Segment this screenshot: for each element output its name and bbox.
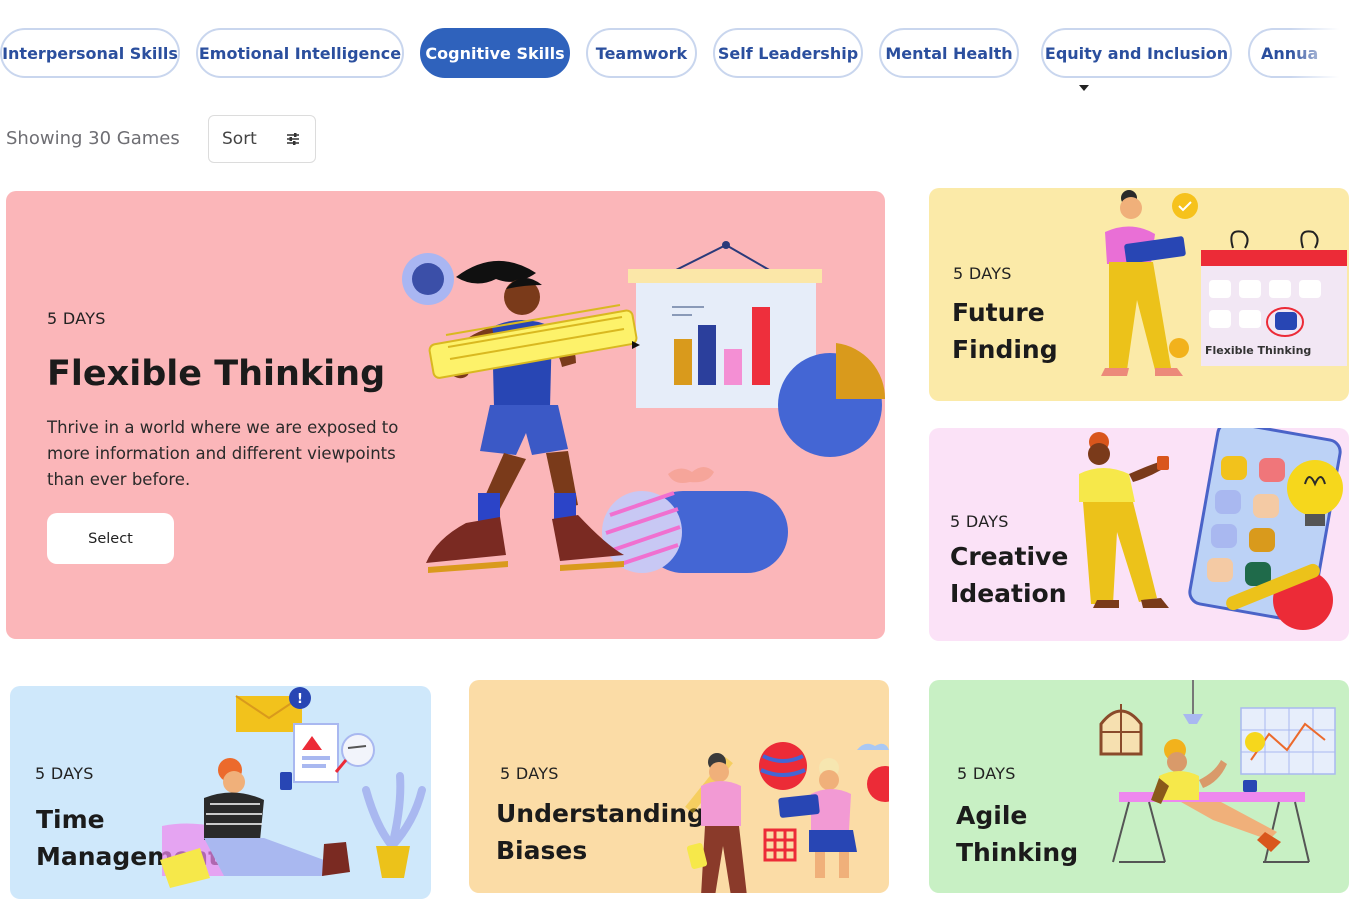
tabs-fade — [1290, 28, 1360, 80]
agile-thinking-illustration — [1099, 680, 1336, 863]
game-title-line: Finding — [952, 335, 1058, 364]
featured-duration: 5 DAYS — [47, 309, 106, 328]
game-card-future-finding[interactable]: 5 DAYS Future Finding Flexible Thinking — [929, 188, 1349, 401]
category-tabs: Interpersonal Skills Emotional Intellige… — [0, 28, 1360, 80]
sort-button[interactable]: Sort — [208, 115, 316, 163]
featured-description: Thrive in a world where we are exposed t… — [47, 418, 399, 489]
game-duration: 5 DAYS — [500, 764, 559, 783]
tab-interpersonal-skills[interactable]: Interpersonal Skills — [0, 28, 180, 78]
game-title: Creative Ideation — [950, 538, 1068, 612]
game-duration: 5 DAYS — [953, 264, 1012, 283]
game-title-line: Thinking — [956, 838, 1079, 867]
select-button[interactable]: Select — [47, 513, 174, 564]
time-management-illustration: ! — [160, 687, 426, 888]
game-title: Agile Thinking — [956, 797, 1078, 871]
future-finding-illustration: Flexible Thinking — [1101, 190, 1347, 376]
game-card-creative-ideation[interactable]: 5 DAYS Creative Ideation — [929, 428, 1349, 641]
game-title-line: Creative — [950, 542, 1069, 571]
tab-cognitive-skills[interactable]: Cognitive Skills — [420, 28, 570, 78]
creative-ideation-illustration — [1079, 428, 1343, 630]
game-card-agile-thinking[interactable]: 5 DAYS Agile Thinking — [929, 680, 1349, 893]
tab-equity-and-inclusion[interactable]: Equity and Inclusion — [1041, 28, 1232, 78]
tab-self-leadership[interactable]: Self Leadership — [713, 28, 863, 78]
sliders-icon — [287, 133, 299, 145]
understanding-biases-illustration — [685, 742, 889, 893]
game-card-time-management[interactable]: 5 DAYS Time Management ! — [10, 686, 431, 899]
flexible-thinking-illustration — [402, 241, 885, 573]
tab-mental-health[interactable]: Mental Health — [879, 28, 1019, 78]
game-duration: 5 DAYS — [35, 764, 94, 783]
game-duration: 5 DAYS — [950, 512, 1009, 531]
game-title: Future Finding — [952, 294, 1058, 368]
caret-down-icon — [1079, 85, 1089, 91]
tab-emotional-intelligence[interactable]: Emotional Intelligence — [196, 28, 404, 78]
tab-teamwork[interactable]: Teamwork — [586, 28, 697, 78]
game-title-line: Ideation — [950, 579, 1067, 608]
game-card-understanding-biases[interactable]: 5 DAYS Understanding Biases — [469, 680, 889, 893]
illustration-caption: Flexible Thinking — [1205, 344, 1311, 357]
featured-title: Flexible Thinking — [47, 354, 386, 394]
game-title-line: Future — [952, 298, 1045, 327]
games-count: Showing 30 Games — [6, 128, 180, 149]
featured-game-card[interactable]: 5 DAYS Flexible Thinking Thrive in a wor… — [6, 191, 885, 639]
sort-label: Sort — [222, 129, 257, 149]
svg-text:!: ! — [297, 692, 303, 707]
game-duration: 5 DAYS — [957, 764, 1016, 783]
game-title-line: Agile — [956, 801, 1028, 830]
